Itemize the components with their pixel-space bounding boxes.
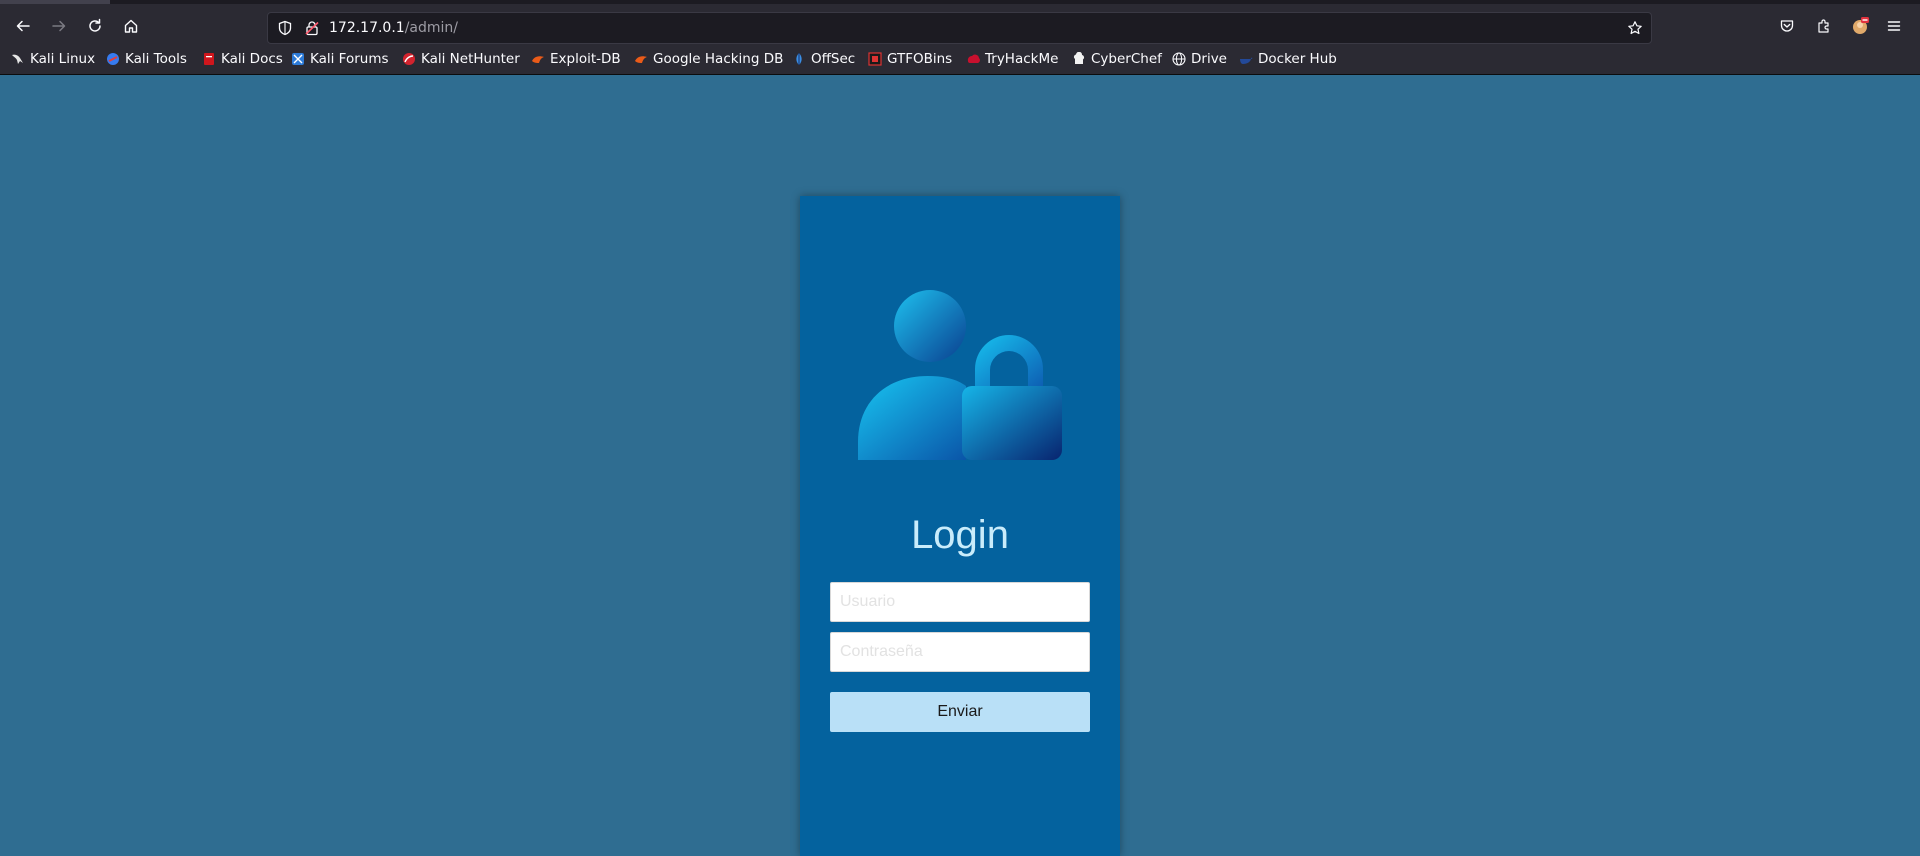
bookmark-label: Kali Forums [310,51,389,67]
bookmark-cyberchef[interactable]: CyberChef [1072,50,1162,68]
kali-docs-icon [202,52,216,66]
bookmark-label: Kali Tools [125,51,187,67]
globe-icon [1172,52,1186,66]
browser-toolbar: 172.17.0.1/admin/ [0,4,1920,44]
bookmark-label: Kali NetHunter [421,51,520,67]
pocket-icon [1780,20,1794,32]
url-text[interactable]: 172.17.0.1/admin/ [329,20,458,36]
arrow-left-icon [16,20,30,32]
bookmark-kali-forums[interactable]: Kali Forums [291,50,389,68]
bookmark-label: Kali Linux [30,51,96,67]
login-title: Login [911,513,1009,557]
pocket-button[interactable] [1777,16,1797,36]
url-path: /admin/ [404,20,459,36]
home-button[interactable] [117,12,145,40]
puzzle-piece-icon [1818,19,1829,33]
bookmark-label: CyberChef [1091,51,1162,67]
url-host: 172.17.0.1 [329,20,405,36]
kali-tools-icon [106,52,120,66]
submit-button[interactable]: Enviar [830,692,1090,732]
kali-forums-icon [291,52,305,66]
address-bar[interactable]: 172.17.0.1/admin/ [267,12,1652,44]
offsec-icon [792,52,806,66]
home-icon [124,19,138,33]
reload-icon [89,18,101,32]
kali-dragon-icon [11,52,25,66]
bookmark-label: TryHackMe [985,51,1059,67]
exploit-db-icon [531,52,545,66]
insecure-lock-icon[interactable] [304,20,320,36]
bookmark-label: Kali Docs [221,51,283,67]
username-input[interactable] [830,582,1090,622]
bookmark-gtfobins[interactable]: GTFOBins [868,50,952,68]
bookmark-label: Google Hacking DB [653,51,784,67]
bookmark-kali-nethunter[interactable]: Kali NetHunter [402,50,520,68]
account-avatar-icon [1853,17,1869,34]
bookmark-label: Exploit-DB [550,51,621,67]
bookmark-docker-hub[interactable]: Docker Hub [1239,50,1337,68]
bookmark-label: Docker Hub [1258,51,1337,67]
reload-button[interactable] [81,12,109,40]
arrow-right-icon [52,20,66,32]
bookmark-star-icon[interactable] [1627,20,1643,36]
hamburger-menu-icon [1887,21,1901,31]
bookmark-label: OffSec [811,51,856,67]
bookmark-kali-docs[interactable]: Kali Docs [202,50,283,68]
page-viewport: Login Enviar [0,75,1920,856]
password-input[interactable] [830,632,1090,672]
kali-nethunter-icon [402,52,416,66]
shield-icon[interactable] [277,20,293,36]
bookmarks-toolbar: Kali Linux Kali Tools Kali Docs Kali For… [0,44,1920,75]
gtfobins-icon [868,52,882,66]
account-button[interactable] [1850,16,1870,36]
tryhackme-icon [966,52,980,66]
bookmark-label: Drive [1191,51,1227,67]
bookmark-google-hacking-db[interactable]: Google Hacking DB [634,50,783,68]
user-lock-icon [858,290,1062,460]
login-card: Login Enviar [800,196,1120,856]
bookmark-label: GTFOBins [887,51,953,67]
back-button[interactable] [9,12,37,40]
docker-icon [1239,52,1253,66]
cyberchef-icon [1072,51,1086,66]
ghdb-icon [634,52,648,66]
forward-button[interactable] [45,12,73,40]
extensions-button[interactable] [1814,16,1834,36]
bookmark-kali-linux[interactable]: Kali Linux [11,50,95,68]
app-menu-button[interactable] [1884,16,1904,36]
bookmark-tryhackme[interactable]: TryHackMe [966,50,1058,68]
bookmark-kali-tools[interactable]: Kali Tools [106,50,187,68]
bookmark-exploit-db[interactable]: Exploit-DB [531,50,621,68]
bookmark-drive[interactable]: Drive [1172,50,1227,68]
bookmark-offsec[interactable]: OffSec [792,50,855,68]
